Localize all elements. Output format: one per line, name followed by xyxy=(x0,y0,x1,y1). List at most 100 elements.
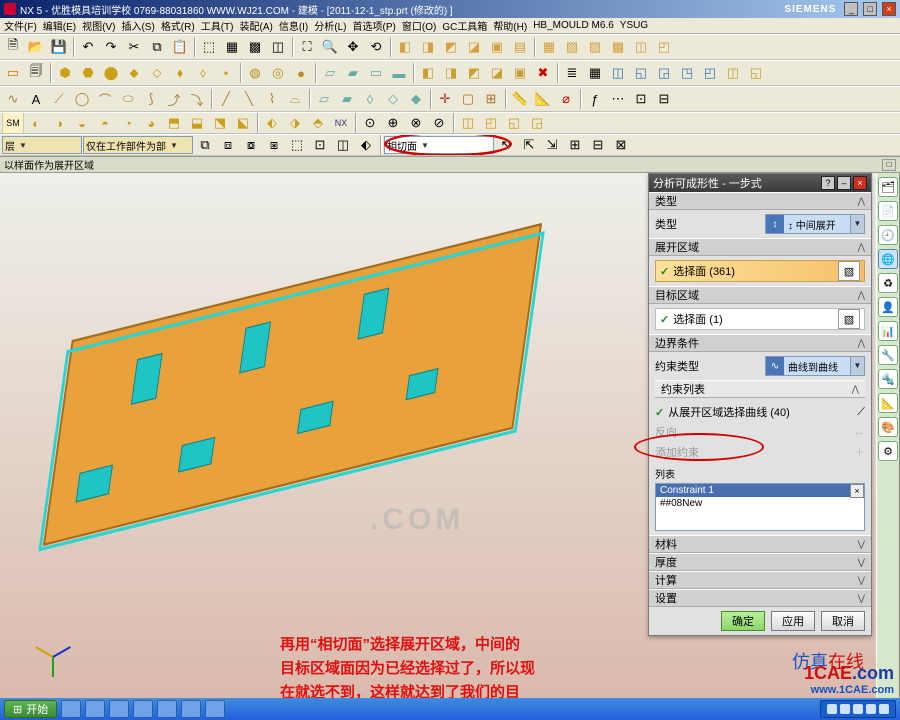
tb-sm8-icon[interactable]: ⬓ xyxy=(186,112,208,134)
section-bc-head[interactable]: 边界条件⋀ xyxy=(649,334,871,352)
minimize-button[interactable]: _ xyxy=(844,2,858,16)
rail-tool5-icon[interactable]: ⚙ xyxy=(878,441,898,461)
menu-ysug[interactable]: YSUG xyxy=(620,20,648,31)
tb-zoom-icon[interactable]: 🔍 xyxy=(319,36,341,58)
tb-surf5-icon[interactable]: ◆ xyxy=(405,88,427,110)
tb-curv3-icon[interactable]: ⟋ xyxy=(48,88,70,110)
tb-curv8-icon[interactable]: ⤴ xyxy=(163,88,185,110)
taskbar-item[interactable] xyxy=(61,700,81,718)
status-toggle-icon[interactable]: □ xyxy=(882,159,896,171)
menu-info[interactable]: 信息(I) xyxy=(279,18,308,33)
tb-page-icon[interactable]: 🗐 xyxy=(25,62,47,84)
tb-curv5-icon[interactable]: ⌒ xyxy=(94,88,116,110)
tb-feat1-icon[interactable]: ⬢ xyxy=(54,62,76,84)
tb-sm1-icon[interactable]: ◐ xyxy=(25,112,47,134)
menu-assembly[interactable]: 装配(A) xyxy=(239,18,272,33)
tb-pick1-icon[interactable]: ↖ xyxy=(495,134,517,156)
tb-feat5-icon[interactable]: ⬦ xyxy=(146,62,168,84)
rail-tool1-icon[interactable]: 🔧 xyxy=(878,345,898,365)
tb-sm5-icon[interactable]: ◔ xyxy=(117,112,139,134)
tb-asm4-icon[interactable]: ▩ xyxy=(607,36,629,58)
tb-more3-icon[interactable]: ⊟ xyxy=(653,88,675,110)
tb-bool1-icon[interactable]: ◍ xyxy=(244,62,266,84)
tb-part4-icon[interactable]: ◪ xyxy=(486,62,508,84)
dialog-min-button[interactable]: – xyxy=(837,176,851,190)
face-select-icon[interactable]: ▧ xyxy=(838,261,860,281)
tb-redo-icon[interactable]: ↷ xyxy=(100,36,122,58)
unfold-select-row[interactable]: ✓ 选择面 (361) ▧ xyxy=(655,260,865,282)
menu-gc[interactable]: GC工具箱 xyxy=(442,18,487,33)
tb-paste-icon[interactable]: 📋 xyxy=(169,36,191,58)
tray-icon[interactable] xyxy=(840,704,850,714)
tb-surf3-icon[interactable]: ◊ xyxy=(359,88,381,110)
dialog-titlebar[interactable]: 分析可成形性 - 一步式 ? – × xyxy=(649,174,871,192)
tb-snap2-icon[interactable]: ⊕ xyxy=(382,112,404,134)
tb-pan-icon[interactable]: ✥ xyxy=(342,36,364,58)
tb-solid2-icon[interactable]: ◨ xyxy=(417,36,439,58)
tb-sm10-icon[interactable]: ⬕ xyxy=(232,112,254,134)
tb-mold4-icon[interactable]: ◲ xyxy=(526,112,548,134)
menu-edit[interactable]: 编辑(E) xyxy=(43,18,76,33)
tb-sheet1-icon[interactable]: ▱ xyxy=(319,62,341,84)
tb-view4-icon[interactable]: ◫ xyxy=(267,36,289,58)
ok-button[interactable]: 确定 xyxy=(721,611,765,631)
tb-surf1-icon[interactable]: ▱ xyxy=(313,88,335,110)
maximize-button[interactable]: □ xyxy=(863,2,877,16)
apply-button[interactable]: 应用 xyxy=(771,611,815,631)
tb-filter6-icon[interactable]: ⊡ xyxy=(309,134,331,156)
tb-feat4-icon[interactable]: ⬥ xyxy=(123,62,145,84)
menu-insert[interactable]: 插入(S) xyxy=(121,18,154,33)
tb-snap4-icon[interactable]: ⊘ xyxy=(428,112,450,134)
rail-history-icon[interactable]: 🕘 xyxy=(878,225,898,245)
tb-curv11-icon[interactable]: ╲ xyxy=(238,88,260,110)
tb-part2-icon[interactable]: ◨ xyxy=(440,62,462,84)
tb-solid3-icon[interactable]: ◩ xyxy=(440,36,462,58)
tb-part3-icon[interactable]: ◩ xyxy=(463,62,485,84)
section-calc-head[interactable]: 计算⋁ xyxy=(649,571,871,589)
face-select-icon-2[interactable]: ▧ xyxy=(838,309,860,329)
section-thickness-head[interactable]: 厚度⋁ xyxy=(649,553,871,571)
tb-sketch-icon[interactable]: ▭ xyxy=(2,62,24,84)
tray-icon[interactable] xyxy=(827,704,837,714)
tb-bool3-icon[interactable]: ● xyxy=(290,62,312,84)
menu-hbmould[interactable]: HB_MOULD M6.6 xyxy=(533,20,614,31)
list-delete-button[interactable]: × xyxy=(850,484,864,498)
tb-snap1-icon[interactable]: ⊙ xyxy=(359,112,381,134)
rail-reuse-icon[interactable]: ♻ xyxy=(878,273,898,293)
section-unfold-head[interactable]: 展开区域⋀ xyxy=(649,238,871,256)
rail-nav-icon[interactable]: 🗂 xyxy=(878,177,898,197)
selrule-combo[interactable]: 相切面▼ xyxy=(384,136,494,154)
tb-sm9-icon[interactable]: ⬔ xyxy=(209,112,231,134)
rail-roles-icon[interactable]: 👤 xyxy=(878,297,898,317)
tb-asm1-icon[interactable]: ▦ xyxy=(538,36,560,58)
tb-csys-icon[interactable]: ⊞ xyxy=(480,88,502,110)
tb-meas2-icon[interactable]: 📐 xyxy=(532,88,554,110)
tb-mold1-icon[interactable]: ◫ xyxy=(457,112,479,134)
tb-cube1-icon[interactable]: ◫ xyxy=(607,62,629,84)
tb-more2-icon[interactable]: ⊡ xyxy=(630,88,652,110)
tb-asm5-icon[interactable]: ◫ xyxy=(630,36,652,58)
tb-view1-icon[interactable]: ⬚ xyxy=(198,36,220,58)
tb-rotate-icon[interactable]: ⟲ xyxy=(365,36,387,58)
tb-cube3-icon[interactable]: ◲ xyxy=(653,62,675,84)
tb-cube6-icon[interactable]: ◫ xyxy=(722,62,744,84)
tb-snap3-icon[interactable]: ⊗ xyxy=(405,112,427,134)
tb-pick4-icon[interactable]: ⊞ xyxy=(564,134,586,156)
tb-cube2-icon[interactable]: ◱ xyxy=(630,62,652,84)
tb-asm6-icon[interactable]: ◰ xyxy=(653,36,675,58)
tb-cube4-icon[interactable]: ◳ xyxy=(676,62,698,84)
tb-filter7-icon[interactable]: ◫ xyxy=(332,134,354,156)
tb-curv12-icon[interactable]: ⌇ xyxy=(261,88,283,110)
tray-icon[interactable] xyxy=(853,704,863,714)
add-icon[interactable]: ＋ xyxy=(854,444,865,460)
tb-feat6-icon[interactable]: ⬧ xyxy=(169,62,191,84)
tb-sm7-icon[interactable]: ⬒ xyxy=(163,112,185,134)
tb-sheet3-icon[interactable]: ▭ xyxy=(365,62,387,84)
tb-pick5-icon[interactable]: ⊟ xyxy=(587,134,609,156)
start-button[interactable]: ⊞ 开始 xyxy=(4,700,57,718)
scope-combo[interactable]: 仅在工作部件为部▼ xyxy=(83,136,193,154)
tb-save-icon[interactable]: 💾 xyxy=(48,36,70,58)
tb-layer-icon[interactable]: ≣ xyxy=(561,62,583,84)
tb-feat8-icon[interactable]: ⬩ xyxy=(215,62,237,84)
tb-mold2-icon[interactable]: ◰ xyxy=(480,112,502,134)
